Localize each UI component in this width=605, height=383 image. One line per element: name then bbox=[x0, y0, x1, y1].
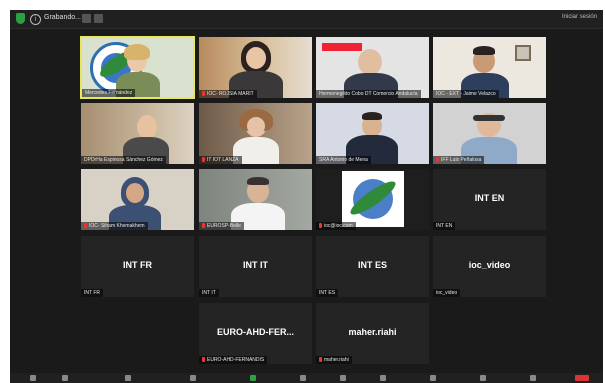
participant-name: EUROSP-Belle bbox=[199, 222, 244, 230]
participant-name: IFF Luis Peñalosa bbox=[433, 156, 485, 164]
apps-button[interactable] bbox=[430, 375, 436, 381]
participant-name: EURO-AHD-FERNANDIS bbox=[199, 356, 268, 364]
recording-status: Grabando... bbox=[44, 14, 81, 21]
muted-mic-icon bbox=[202, 357, 205, 363]
muted-mic-icon bbox=[202, 157, 205, 163]
muted-mic-icon bbox=[202, 223, 205, 229]
participant-tile[interactable]: maher.riahi maher.riahi bbox=[315, 302, 430, 365]
muted-mic-icon bbox=[84, 223, 87, 229]
share-screen-button[interactable] bbox=[250, 375, 256, 381]
participant-name: INT ES bbox=[316, 289, 339, 297]
participant-name: Hermenegildo Cobo DT Comercio Andalucía bbox=[316, 90, 421, 98]
participant-display-name: INT FR bbox=[123, 260, 152, 270]
participant-tile[interactable]: Mercedes Fernández bbox=[80, 36, 195, 99]
participant-name: IT IOT LANZA bbox=[199, 156, 242, 164]
security-button[interactable] bbox=[125, 375, 131, 381]
participant-name: INT IT bbox=[199, 289, 219, 297]
banner-background bbox=[322, 43, 362, 51]
participant-name: IOC - EXT - Jaime Velazco bbox=[433, 90, 499, 98]
reactions-button[interactable] bbox=[380, 375, 386, 381]
participant-display-name: INT EN bbox=[474, 193, 505, 203]
participant-tile[interactable]: EUROSP-Belle bbox=[198, 168, 313, 231]
participant-name: IOC- ROJSIA MARIT bbox=[199, 90, 257, 98]
more-button[interactable] bbox=[480, 375, 486, 381]
participant-name: maher.riahi bbox=[316, 356, 352, 364]
participant-name: ioc_video bbox=[433, 289, 461, 297]
muted-mic-icon bbox=[319, 223, 322, 229]
participant-tile[interactable]: IOC - EXT - Jaime Velazco bbox=[432, 36, 547, 99]
muted-mic-icon bbox=[436, 157, 439, 163]
participant-tile[interactable]: INT FR INT FR bbox=[80, 235, 195, 298]
participant-tile[interactable]: INT ES INT ES bbox=[315, 235, 430, 298]
participant-tile[interactable]: INT EN INT EN bbox=[432, 168, 547, 231]
participant-name: INT FR bbox=[81, 289, 104, 297]
participant-tile[interactable]: IFF Luis Peñalosa bbox=[432, 102, 547, 165]
stop-recording-icon[interactable] bbox=[94, 14, 103, 23]
record-button[interactable] bbox=[340, 375, 346, 381]
participant-name: ioc@ioc.com bbox=[316, 222, 356, 230]
participant-tile[interactable]: ioc@ioc.com bbox=[315, 168, 430, 231]
participant-display-name: maher.riahi bbox=[348, 327, 397, 337]
participant-display-name: INT ES bbox=[357, 260, 387, 270]
participant-name: SRA Antonio de Mena bbox=[316, 156, 371, 164]
participant-tile[interactable]: EURO-AHD-FER... EURO-AHD-FERNANDIS bbox=[198, 302, 313, 365]
participant-tile[interactable]: DPDrHa Espinosa Sánchez Gómez bbox=[80, 102, 195, 165]
participant-display-name: ioc_video bbox=[468, 260, 511, 270]
participant-name: DPDrHa Espinosa Sánchez Gómez bbox=[81, 156, 166, 164]
participant-tile[interactable]: Hermenegildo Cobo DT Comercio Andalucía bbox=[315, 36, 430, 99]
participant-tile[interactable]: SRA Antonio de Mena bbox=[315, 102, 430, 165]
participant-name: IOC- Siham Khemakhem bbox=[81, 222, 148, 230]
participant-name: Mercedes Fernández bbox=[82, 89, 136, 97]
video-button[interactable] bbox=[62, 375, 68, 381]
mute-button[interactable] bbox=[30, 375, 36, 381]
leave-button[interactable] bbox=[575, 375, 589, 381]
muted-mic-icon bbox=[319, 357, 322, 363]
participant-name: INT EN bbox=[433, 222, 456, 230]
whiteboard-button[interactable] bbox=[530, 375, 536, 381]
participants-button[interactable] bbox=[190, 375, 196, 381]
title-bar: i Grabando... Iniciar sesión bbox=[10, 10, 603, 29]
info-icon[interactable]: i bbox=[30, 14, 41, 25]
participant-tile[interactable]: IOC- ROJSIA MARIT bbox=[198, 36, 313, 99]
ioc-logo-image bbox=[342, 171, 404, 227]
muted-mic-icon bbox=[202, 91, 205, 97]
security-shield-icon[interactable] bbox=[16, 13, 25, 24]
zoom-meeting-window: i Grabando... Iniciar sesión Mercedes Fe… bbox=[10, 10, 603, 383]
pause-recording-icon[interactable] bbox=[82, 14, 91, 23]
participant-tile[interactable]: IT IOT LANZA bbox=[198, 102, 313, 165]
participant-display-name: EURO-AHD-FER... bbox=[217, 327, 294, 337]
wall-frame bbox=[515, 45, 531, 61]
meeting-toolbar bbox=[10, 373, 603, 383]
participant-display-name: INT IT bbox=[243, 260, 268, 270]
participant-tile[interactable]: INT IT INT IT bbox=[198, 235, 313, 298]
sign-in-link[interactable]: Iniciar sesión bbox=[562, 14, 597, 20]
participant-tile[interactable]: ioc_video ioc_video bbox=[432, 235, 547, 298]
participant-tile[interactable]: IOC- Siham Khemakhem bbox=[80, 168, 195, 231]
chat-button[interactable] bbox=[300, 375, 306, 381]
